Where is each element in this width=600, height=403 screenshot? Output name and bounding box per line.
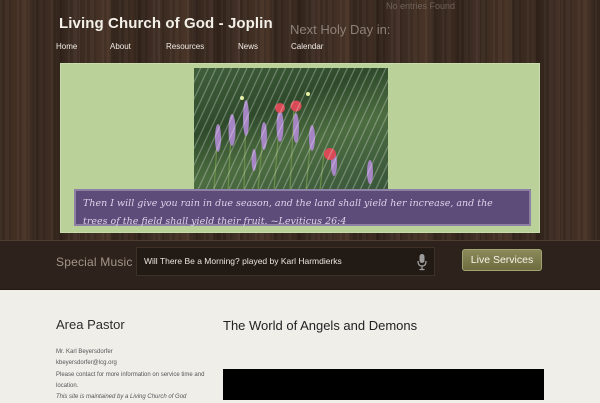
article-title[interactable]: The World of Angels and Demons: [223, 314, 423, 337]
holy-day-status: No entries Found: [386, 1, 456, 11]
bible-verse-box: Then I will give you rain in due season,…: [74, 189, 531, 227]
verse-line-2: trees of the field shall yield their fru…: [83, 216, 347, 227]
hero-banner: Then I will give you rain in due season,…: [60, 63, 540, 233]
rain-overlay: [194, 68, 388, 190]
maintained-note: This site is maintained by a Living Chur…: [56, 394, 187, 401]
live-services-button[interactable]: Live Services: [462, 249, 542, 271]
video-player[interactable]: [223, 369, 544, 400]
area-pastor-heading: Area Pastor: [56, 317, 125, 332]
microphone-icon[interactable]: [416, 253, 428, 271]
nav-about[interactable]: About: [110, 42, 131, 51]
now-playing-title: Will There Be a Morning? played by Karl …: [144, 256, 342, 266]
flowers-in-rain-image: [194, 68, 388, 190]
nav-news[interactable]: News: [238, 42, 258, 51]
site-title[interactable]: Living Church of God - Joplin: [59, 15, 273, 32]
contact-note: Please contact for more information on s…: [56, 371, 205, 389]
next-holy-day-label: Next Holy Day in:: [290, 22, 391, 37]
nav-resources[interactable]: Resources: [166, 42, 204, 51]
pastor-email[interactable]: kbeyersdorfer@lcg.org: [56, 358, 216, 369]
nav-home[interactable]: Home: [56, 42, 77, 51]
verse-line-1: Then I will give you rain in due season,…: [83, 198, 493, 209]
special-music-label: Special Music: [56, 255, 133, 269]
pastor-info: Mr. Karl Beyersdorfer kbeyersdorfer@lcg.…: [56, 347, 216, 403]
music-player[interactable]: Will There Be a Morning? played by Karl …: [136, 247, 435, 276]
main-nav: Home About Resources News Calendar: [0, 42, 600, 54]
pastor-name: Mr. Karl Beyersdorfer: [56, 349, 113, 355]
nav-calendar[interactable]: Calendar: [291, 42, 323, 51]
